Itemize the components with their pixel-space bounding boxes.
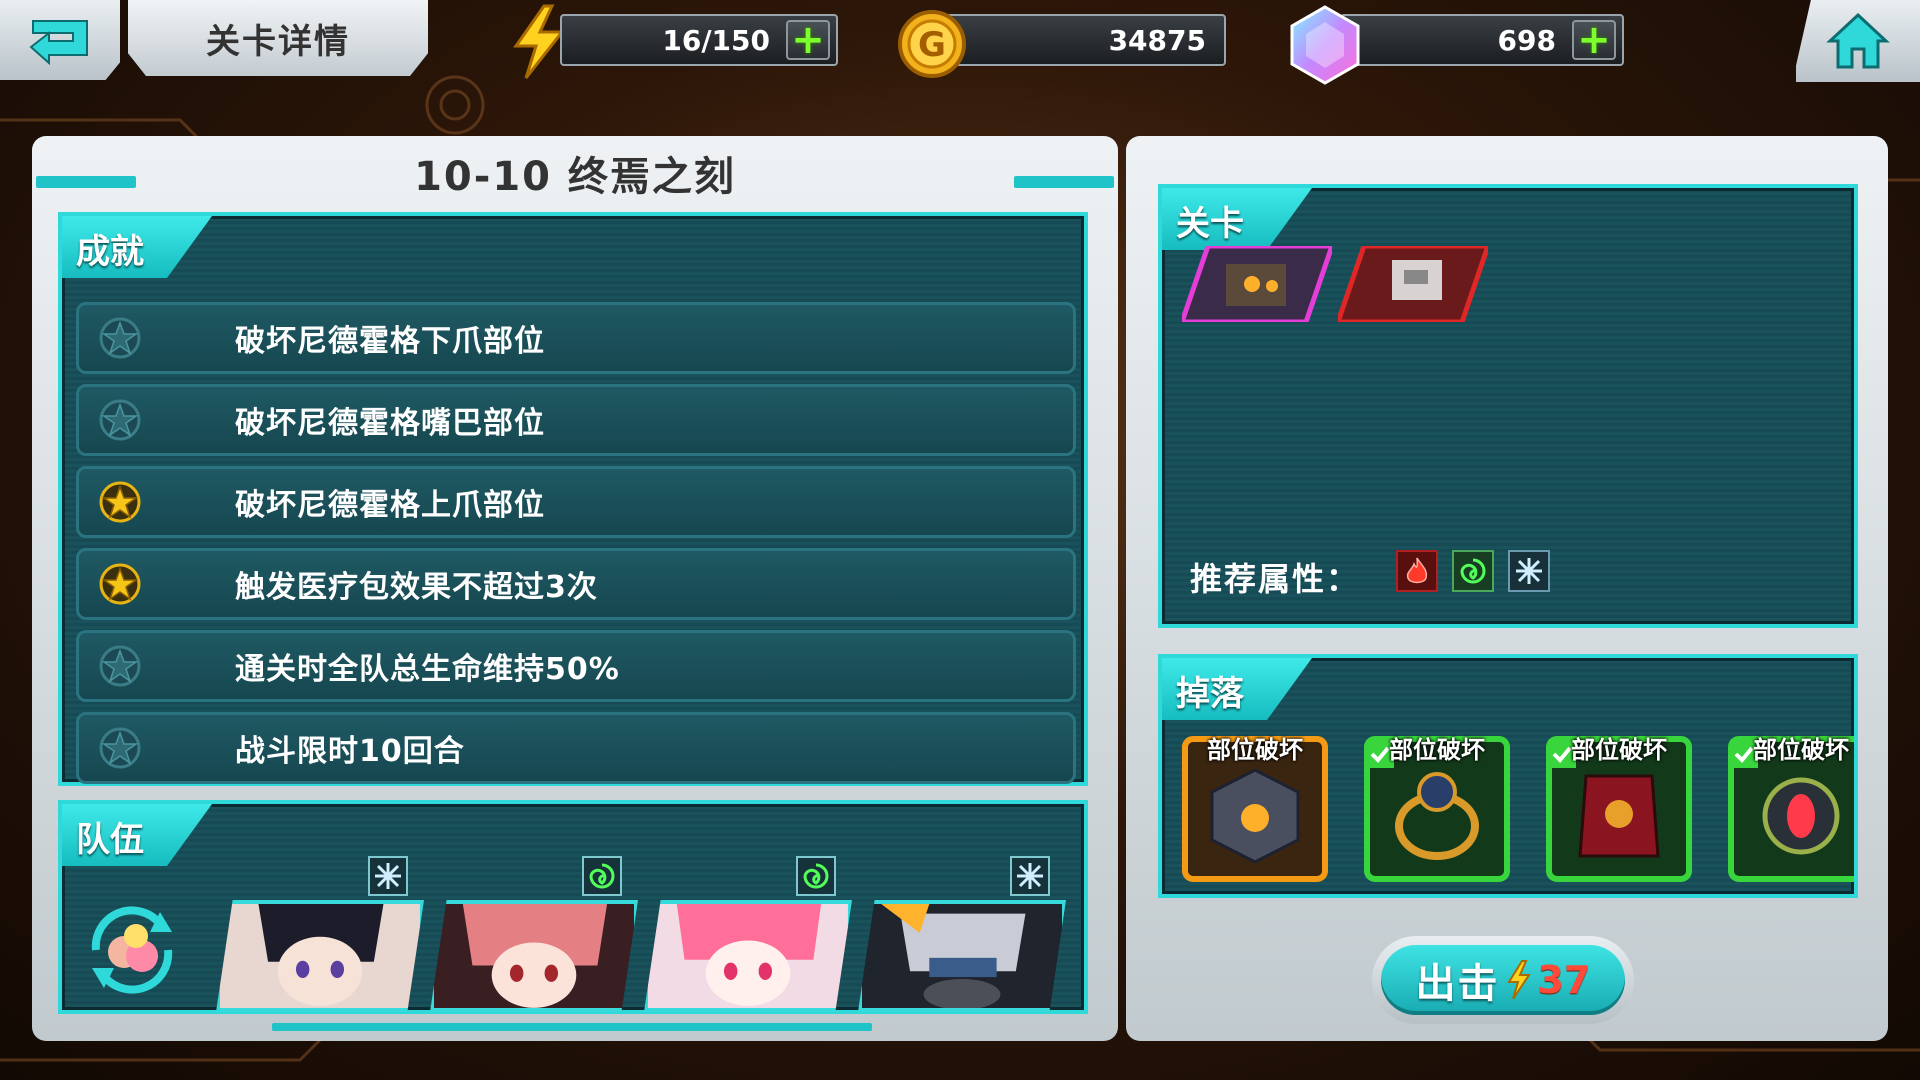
top-bar: 关卡详情 16/150 + 34875 G 698 + bbox=[0, 0, 1920, 96]
accent-bar bbox=[272, 1023, 872, 1031]
stage-tag: 关卡 bbox=[1162, 188, 1312, 250]
achievement-row: 触发医疗包效果不超过3次 bbox=[76, 548, 1076, 620]
achievements-tag: 成就 bbox=[62, 216, 212, 278]
star-empty-icon bbox=[99, 399, 141, 441]
add-gems-button[interactable]: + bbox=[1572, 20, 1616, 60]
gem-value: 698 bbox=[1497, 23, 1556, 57]
drop-label: 部位破坏 bbox=[1389, 736, 1485, 764]
team-member-slot[interactable] bbox=[644, 900, 852, 1012]
ice-element-icon bbox=[1010, 856, 1050, 896]
ice-element-icon bbox=[1508, 550, 1550, 592]
add-energy-button[interactable]: + bbox=[786, 20, 830, 60]
achievement-text: 触发医疗包效果不超过3次 bbox=[235, 570, 598, 605]
rotate-team-icon bbox=[91, 906, 173, 994]
achievement-row: 破坏尼德霍格上爪部位 bbox=[76, 466, 1076, 538]
wind-element-icon bbox=[796, 856, 836, 896]
sortie-button[interactable]: 出击 37 bbox=[1372, 936, 1634, 1024]
drop-item[interactable]: 部位破坏 bbox=[1546, 736, 1692, 882]
star-empty-icon bbox=[99, 727, 141, 769]
team-section: 队伍 bbox=[58, 800, 1088, 1014]
drop-item[interactable]: 部位破坏 bbox=[1364, 736, 1510, 882]
stage-title: 10-10 终焉之刻 bbox=[414, 154, 736, 200]
stage-thumbnail[interactable] bbox=[1182, 246, 1332, 322]
team-member-slot[interactable] bbox=[858, 900, 1066, 1012]
wind-element-icon bbox=[582, 856, 622, 896]
back-button[interactable] bbox=[0, 0, 120, 80]
gold-value: 34875 bbox=[1108, 23, 1206, 57]
achievement-row: 通关时全队总生命维持50% bbox=[76, 630, 1076, 702]
star-filled-icon bbox=[99, 481, 141, 523]
achievement-row: 破坏尼德霍格嘴巴部位 bbox=[76, 384, 1076, 456]
stage-info-panel: 关卡 推荐属性： 掉落 部位破坏 部位破坏 部位破坏 部位破坏 出击 37 bbox=[1126, 136, 1888, 1041]
gold-coin-icon: G bbox=[898, 10, 966, 78]
energy-value: 16/150 bbox=[662, 23, 770, 57]
star-empty-icon bbox=[99, 317, 141, 359]
ice-element-icon bbox=[368, 856, 408, 896]
stage-detail-panel: 10-10 终焉之刻 成就 破坏尼德霍格下爪部位 破坏尼德霍格嘴巴部位 破坏尼德… bbox=[32, 136, 1118, 1041]
character-portrait bbox=[434, 904, 634, 1008]
team-tag: 队伍 bbox=[62, 804, 212, 866]
achievement-text: 破坏尼德霍格嘴巴部位 bbox=[235, 406, 545, 441]
back-arrow-icon bbox=[29, 20, 88, 65]
plus-icon: + bbox=[1577, 17, 1611, 63]
achievement-text: 通关时全队总生命维持50% bbox=[235, 652, 620, 687]
lightning-icon bbox=[513, 4, 566, 79]
crystal-icon bbox=[1290, 5, 1360, 85]
achievement-text: 战斗限时10回合 bbox=[235, 734, 465, 769]
drop-label: 部位破坏 bbox=[1207, 736, 1303, 764]
drops-tag: 掉落 bbox=[1162, 658, 1312, 720]
team-swap-button[interactable] bbox=[76, 894, 188, 1006]
drop-item[interactable]: 部位破坏 bbox=[1182, 736, 1328, 882]
recommended-attribute-label: 推荐属性： bbox=[1190, 560, 1361, 598]
character-portrait bbox=[862, 904, 1062, 1008]
drop-item[interactable]: 部位破坏 bbox=[1728, 736, 1854, 882]
fire-element-icon bbox=[1396, 550, 1438, 592]
screen-title: 关卡详情 bbox=[128, 0, 428, 76]
stage-thumbnail[interactable] bbox=[1338, 246, 1488, 322]
drop-label: 部位破坏 bbox=[1753, 736, 1849, 764]
achievement-text: 破坏尼德霍格上爪部位 bbox=[235, 488, 545, 523]
gold-counter: 34875 bbox=[940, 14, 1226, 66]
gem-counter: 698 + bbox=[1340, 14, 1624, 66]
sortie-label: 出击 bbox=[1415, 961, 1500, 1007]
svg-text:G: G bbox=[918, 25, 946, 65]
character-portrait bbox=[648, 904, 848, 1008]
achievement-row: 战斗限时10回合 bbox=[76, 712, 1076, 784]
home-button[interactable] bbox=[1796, 0, 1920, 82]
stage-section: 关卡 推荐属性： bbox=[1158, 184, 1858, 628]
plus-icon: + bbox=[791, 17, 825, 63]
achievements-section: 成就 破坏尼德霍格下爪部位 破坏尼德霍格嘴巴部位 破坏尼德霍格上爪部位 触发医疗… bbox=[58, 212, 1088, 786]
drop-label: 部位破坏 bbox=[1571, 736, 1667, 764]
team-member-slot[interactable] bbox=[216, 900, 424, 1012]
team-member-slot[interactable] bbox=[430, 900, 638, 1012]
star-empty-icon bbox=[99, 645, 141, 687]
home-icon bbox=[1826, 12, 1890, 69]
wind-element-icon bbox=[1452, 550, 1494, 592]
energy-counter: 16/150 + bbox=[560, 14, 838, 66]
energy-cost: 37 bbox=[1537, 958, 1591, 1002]
achievement-text: 破坏尼德霍格下爪部位 bbox=[235, 324, 545, 359]
sortie-button-face: 出击 37 bbox=[1381, 945, 1625, 1015]
star-filled-icon bbox=[99, 563, 141, 605]
character-portrait bbox=[220, 904, 420, 1008]
drops-section: 掉落 部位破坏 部位破坏 部位破坏 部位破坏 bbox=[1158, 654, 1858, 898]
lightning-icon bbox=[1506, 960, 1531, 1000]
achievement-row: 破坏尼德霍格下爪部位 bbox=[76, 302, 1076, 374]
